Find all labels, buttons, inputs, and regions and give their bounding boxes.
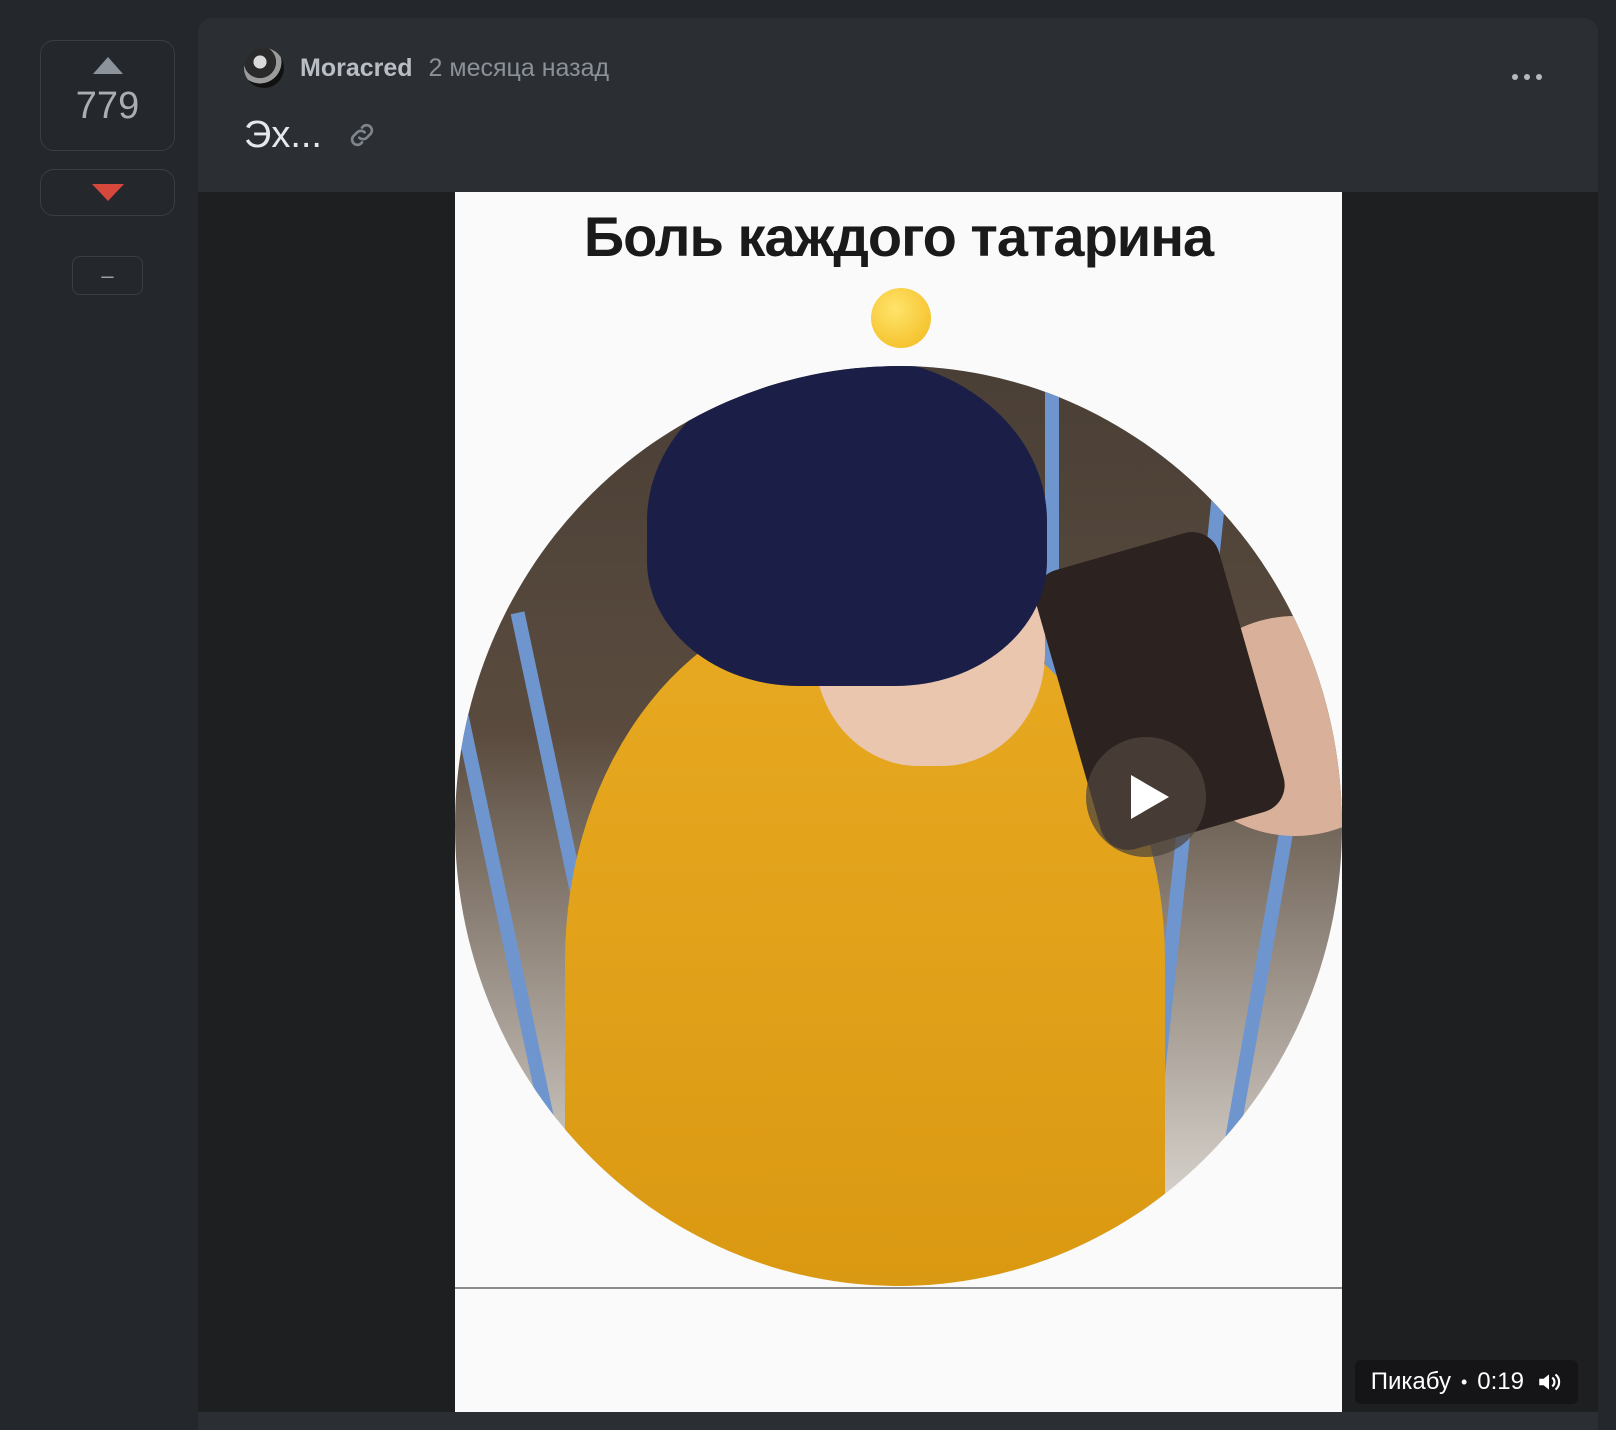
play-button[interactable]: [1086, 737, 1206, 857]
volume-icon[interactable]: [1536, 1369, 1562, 1395]
hat-shape: [647, 366, 1047, 686]
post-header: Moracred 2 месяца назад: [244, 48, 609, 88]
divider-line: [455, 1287, 1342, 1289]
video-info-badge: Пикабу • 0:19: [1354, 1360, 1578, 1404]
more-dots-icon[interactable]: [1512, 74, 1542, 80]
collapse-button[interactable]: –: [72, 256, 143, 295]
author-link[interactable]: Moracred: [300, 54, 413, 83]
upvote-arrow-icon[interactable]: [92, 57, 123, 74]
post-title[interactable]: Эх...: [244, 110, 322, 160]
play-icon: [1131, 775, 1169, 819]
rating-count: 779: [75, 85, 140, 127]
vote-column: 779 –: [40, 40, 175, 295]
video-player[interactable]: Боль каждого татарина Пикабу • 0:19: [198, 192, 1598, 1412]
link-icon[interactable]: [346, 119, 378, 151]
video-thumbnail: [455, 366, 1342, 1286]
post-time: 2 месяца назад: [428, 53, 610, 82]
avatar[interactable]: [244, 48, 284, 88]
post-card: Moracred 2 месяца назад Эх... Боль каждо…: [198, 18, 1598, 1430]
vote-box: 779: [40, 40, 175, 151]
title-row: Эх...: [244, 110, 378, 160]
downvote-button[interactable]: [40, 169, 175, 216]
downvote-arrow-icon: [91, 184, 124, 201]
video-duration: 0:19: [1477, 1368, 1524, 1395]
video-frame: Боль каждого татарина: [455, 192, 1342, 1412]
separator-dot: •: [1460, 1371, 1468, 1392]
laughing-emoji-icon: [871, 288, 931, 348]
video-source: Пикабу: [1370, 1368, 1451, 1395]
video-caption: Боль каждого татарина: [583, 205, 1214, 268]
